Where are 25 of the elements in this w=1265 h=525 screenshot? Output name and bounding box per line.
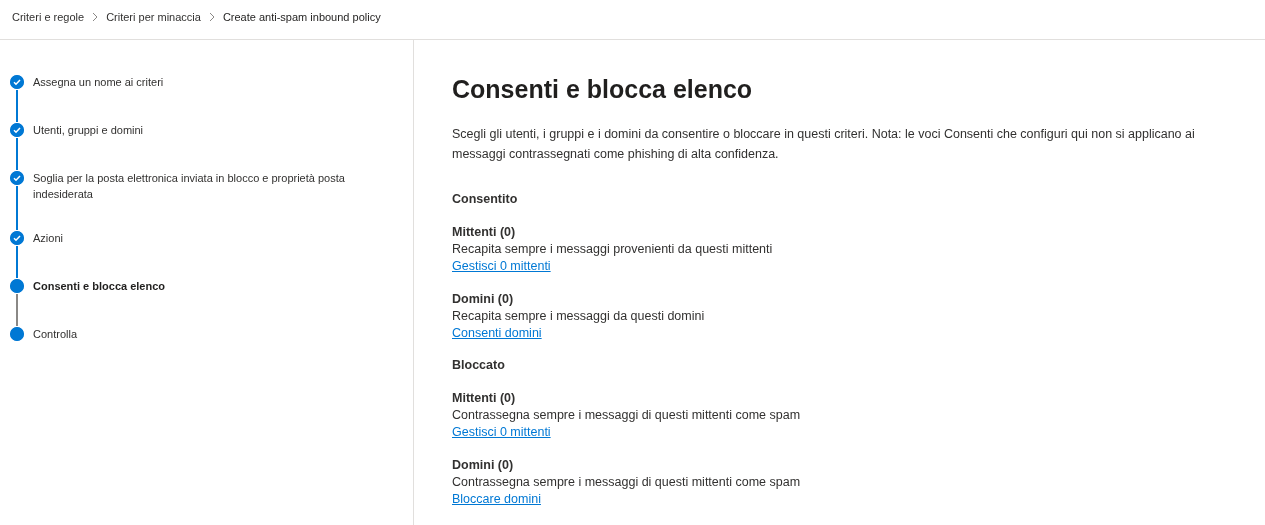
manage-link[interactable]: Gestisci 0 mittenti xyxy=(452,259,551,273)
manage-link[interactable]: Consenti domini xyxy=(452,326,542,340)
page-description: Scegli gli utenti, i gruppi e i domini da consentire o bloccare in questi criteri. Nota: le voci Consenti che configuri qui non si applicano ai messaggi contrassegnati come phishing di alta confidenza. xyxy=(452,126,1196,163)
step-label[interactable]: Controlla xyxy=(33,326,363,346)
step-label[interactable]: Consenti e blocca elenco xyxy=(33,278,363,326)
list-title: Domini (0) xyxy=(452,291,515,308)
step-label[interactable]: Assegna un nome ai criteri xyxy=(33,74,363,122)
step-label[interactable]: Soglia per la posta elettronica inviata in blocco e proprietà posta indesiderata xyxy=(33,170,363,230)
list-description: Contrassegna sempre i messaggi di questi mittenti come spam xyxy=(452,474,802,491)
list-title: Mittenti (0) xyxy=(452,224,517,241)
list-description: Recapita sempre i messaggi provenienti da questi mittenti xyxy=(452,241,774,258)
step-label[interactable]: Azioni xyxy=(33,230,363,278)
breadcrumb-link[interactable]: Criteri e regole xyxy=(12,10,85,23)
breadcrumb-link[interactable]: Criteri per minaccia xyxy=(106,10,201,23)
page-title: Consenti e blocca elenco xyxy=(452,75,754,104)
breadcrumb-current[interactable]: Create anti-spam inbound policy xyxy=(222,10,381,23)
manage-link[interactable]: Gestisci 0 mittenti xyxy=(452,425,551,439)
step-label[interactable]: Utenti, gruppi e domini xyxy=(33,122,363,170)
list-title: Domini (0) xyxy=(452,457,515,474)
list-description: Recapita sempre i messaggi da questi domini xyxy=(452,308,706,325)
section-heading: Consentito xyxy=(452,192,518,206)
list-description: Contrassegna sempre i messaggi di questi mittenti come spam xyxy=(452,407,802,424)
section-heading: Bloccato xyxy=(452,358,505,372)
manage-link[interactable]: Bloccare domini xyxy=(452,492,541,506)
list-title: Mittenti (0) xyxy=(452,390,517,407)
